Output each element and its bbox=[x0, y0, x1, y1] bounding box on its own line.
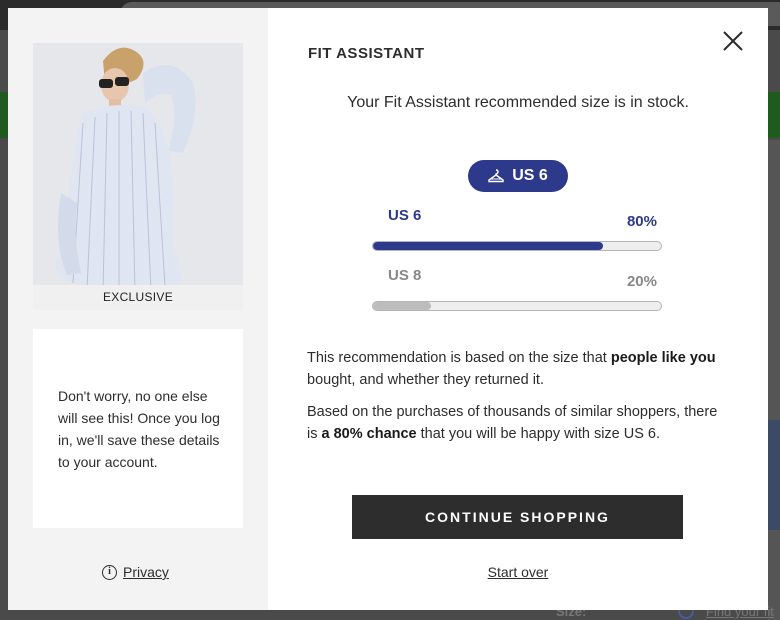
size-probability-fill bbox=[373, 242, 604, 250]
privacy-label[interactable]: Privacy bbox=[123, 564, 169, 580]
product-photo-icon bbox=[33, 43, 243, 310]
start-over-link[interactable]: Start over bbox=[308, 564, 728, 580]
size-probability-bar bbox=[372, 301, 662, 311]
info-card: Don't worry, no one else will see this! … bbox=[33, 329, 243, 528]
recommended-size-badge: US 6 bbox=[468, 160, 568, 192]
exclusive-badge: EXCLUSIVE bbox=[33, 285, 243, 310]
fit-assistant-modal: EXCLUSIVE Don't worry, no one else will … bbox=[8, 8, 768, 610]
recommendation-explanation: This recommendation is based on the size… bbox=[307, 350, 716, 388]
size-probability-fill bbox=[373, 302, 431, 310]
product-image: EXCLUSIVE bbox=[33, 43, 243, 310]
hanger-icon bbox=[488, 169, 504, 183]
left-panel: EXCLUSIVE Don't worry, no one else will … bbox=[8, 8, 268, 610]
modal-title: FIT ASSISTANT bbox=[308, 45, 425, 62]
confidence-explanation: Based on the purchases of thousands of s… bbox=[307, 404, 718, 442]
close-icon[interactable] bbox=[722, 30, 744, 52]
info-text: Don't worry, no one else will see this! … bbox=[58, 388, 220, 470]
modal-subtitle: Your Fit Assistant recommended size is i… bbox=[347, 94, 689, 111]
privacy-link[interactable]: i Privacy bbox=[102, 564, 169, 580]
continue-shopping-button[interactable]: CONTINUE SHOPPING bbox=[352, 495, 683, 539]
size-row-label: US 8 bbox=[388, 267, 422, 284]
size-row-label: US 6 bbox=[388, 207, 422, 224]
close-button[interactable] bbox=[722, 30, 744, 52]
recommended-size-label: US 6 bbox=[512, 167, 548, 184]
size-percent: 80% bbox=[626, 213, 657, 230]
size-probability-bar bbox=[372, 241, 662, 251]
background-panel bbox=[768, 420, 780, 530]
size-percent: 20% bbox=[626, 273, 657, 290]
background-content bbox=[768, 140, 780, 620]
info-icon: i bbox=[102, 564, 117, 580]
